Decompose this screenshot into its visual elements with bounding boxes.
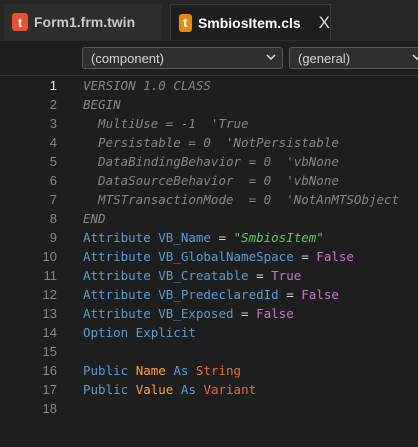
code-text: MTSTransactionMode = 0 'NotAnMTSObject [83,192,400,207]
attribute-keyword: Attribute VB_Name [83,230,211,245]
code-line: 15 [0,342,418,361]
chevron-down-icon [412,52,418,62]
identifier: Name [135,363,166,378]
code-line: 5 DataBindingBehavior = 0 'vbNone [0,152,418,171]
line-number: 12 [42,287,57,302]
identifier: Value [135,382,174,397]
code-line: 7 MTSTransactionMode = 0 'NotAnMTSObject [0,190,418,209]
code-line: 1 VERSION 1.0 CLASS [0,76,418,95]
code-text: DataBindingBehavior = 0 'vbNone [83,154,339,169]
close-icon[interactable]: X [319,13,330,33]
keyword: As [173,363,189,378]
code-line: 9 Attribute VB_Name = "SmbiosItem" [0,228,418,247]
code-navigation-bar: (component) (general) [0,41,418,76]
line-number: 4 [49,135,57,150]
line-number: 16 [42,363,57,378]
component-select-value: (component) [91,50,164,66]
code-text: VERSION 1.0 CLASS [83,78,211,93]
component-select[interactable]: (component) [82,47,283,69]
boolean-literal: True [271,268,302,283]
tab-label: Form1.frm.twin [34,14,136,30]
type-name: Variant [203,382,257,397]
code-text: Attribute VB_PredeclaredId = False [83,287,339,302]
boolean-literal: False [301,287,339,302]
general-select[interactable]: (general) [289,47,418,69]
code-text: Attribute VB_Exposed = False [83,306,294,321]
line-number: 11 [43,268,58,283]
attribute-keyword: Attribute VB_PredeclaredId [83,287,279,302]
general-select-value: (general) [298,50,351,66]
code-line: 18 [0,399,418,418]
line-number: 5 [49,154,57,169]
operator: = [210,230,234,245]
tab-smbiositem[interactable]: t SmbiosItem.cls X [170,4,331,40]
code-line: 4 Persistable = 0 'NotPersistable [0,133,418,152]
code-text: Attribute VB_GlobalNameSpace = False [83,249,354,264]
code-text: BEGIN [83,97,121,112]
code-text: Attribute VB_Name = "SmbiosItem" [83,230,324,245]
tab-form1[interactable]: t Form1.frm.twin [4,4,162,40]
code-text: Public Name As String [83,363,241,378]
operator: = [293,249,317,264]
code-line: 16 Public Name As String [0,361,418,380]
attribute-keyword: Attribute VB_GlobalNameSpace [83,249,294,264]
line-number: 14 [42,325,57,340]
keyword: Public [83,363,129,378]
twinbasic-file-icon: t [179,13,192,32]
code-line: 6 DataSourceBehavior = 0 'vbNone [0,171,418,190]
attribute-keyword: Attribute VB_Creatable [83,268,249,283]
chevron-down-icon [266,52,276,62]
code-line: 13 Attribute VB_Exposed = False [0,304,418,323]
type-name: String [195,363,242,378]
operator: = [233,306,257,321]
line-number: 10 [42,249,57,264]
code-text: Attribute VB_Creatable = True [83,268,301,283]
line-number: 18 [42,401,57,416]
boolean-literal: False [316,249,354,264]
code-editor[interactable]: 1 VERSION 1.0 CLASS 2 BEGIN 3 MultiUse =… [0,76,418,447]
line-number: 1 [49,78,57,93]
code-line: 8 END [0,209,418,228]
code-line: 11 Attribute VB_Creatable = True [0,266,418,285]
code-text: Option Explicit [83,325,196,340]
twinbasic-file-icon: t [12,13,28,31]
code-text: Public Value As Variant [83,382,256,397]
line-number: 3 [49,116,57,131]
line-number: 7 [49,192,57,207]
line-number: 17 [42,382,57,397]
boolean-literal: False [256,306,294,321]
code-line: 17 Public Value As Variant [0,380,418,399]
line-number: 9 [49,230,57,245]
operator: = [278,287,302,302]
keyword: Public [83,382,129,397]
code-text: DataSourceBehavior = 0 'vbNone [83,173,339,188]
code-text: MultiUse = -1 'True [83,116,249,131]
code-line: 10 Attribute VB_GlobalNameSpace = False [0,247,418,266]
code-line: 12 Attribute VB_PredeclaredId = False [0,285,418,304]
code-line: 2 BEGIN [0,95,418,114]
attribute-keyword: Attribute VB_Exposed [83,306,234,321]
code-text: Persistable = 0 'NotPersistable [83,135,339,150]
string-literal: "SmbiosItem" [233,230,324,245]
tab-label: SmbiosItem.cls [197,14,301,31]
tab-bar: t Form1.frm.twin t SmbiosItem.cls X [0,0,418,41]
line-number: 8 [49,211,57,226]
line-number: 15 [42,344,57,359]
operator: = [248,268,272,283]
code-text: END [83,211,106,226]
keyword: As [180,382,196,397]
line-number: 2 [49,97,57,112]
code-line: 14 Option Explicit [0,323,418,342]
line-number: 13 [42,306,57,321]
code-line: 3 MultiUse = -1 'True [0,114,418,133]
line-number: 6 [49,173,57,188]
